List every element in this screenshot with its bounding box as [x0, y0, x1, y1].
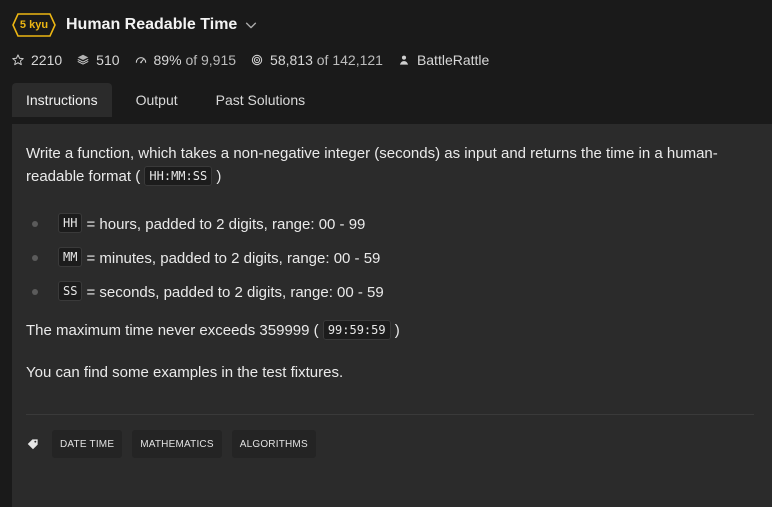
list-item: SS = seconds, padded to 2 digits, range:…: [26, 275, 758, 309]
stars-stat[interactable]: 2210: [11, 52, 62, 68]
list-item: HH = hours, padded to 2 digits, range: 0…: [26, 207, 758, 241]
chevron-down-icon[interactable]: [244, 18, 258, 32]
gauge-icon: [135, 57, 146, 64]
instructions-text-2: The maximum time never exceeds 359999 (: [26, 322, 319, 339]
user-icon: [399, 55, 409, 65]
tag-mathematics[interactable]: MATHEMATICS: [132, 430, 222, 458]
ss-code: SS: [58, 281, 83, 301]
instructions-paragraph-2: The maximum time never exceeds 359999 ( …: [26, 319, 762, 343]
kyu-rank-badge: 5 kyu: [12, 13, 56, 37]
section-divider: [26, 414, 754, 415]
attempted-total: of 142,121: [316, 52, 383, 68]
hh-code: HH: [58, 213, 83, 233]
instructions-text-1-end: ): [216, 168, 222, 185]
format-code: HH:MM:SS: [144, 166, 213, 186]
hh-description: = hours, padded to 2 digits, range: 00 -…: [86, 215, 366, 233]
bullet-icon: [32, 221, 38, 227]
stars-count: 2210: [31, 52, 63, 68]
tab-past-solutions[interactable]: Past Solutions: [202, 83, 320, 117]
kata-stats: 2210 510 89% of 9,915 58,813 of 142,121: [11, 50, 489, 70]
tab-output-label: Output: [135, 92, 178, 108]
collections-stat[interactable]: 510: [76, 52, 120, 68]
instructions-text-2-end: ): [394, 322, 400, 339]
instructions-paragraph-3: You can find some examples in the test f…: [26, 361, 762, 384]
collections-count: 510: [96, 52, 120, 68]
instructions-text-3: You can find some examples in the test f…: [26, 364, 344, 381]
kata-header: 5 kyu Human Readable Time: [12, 12, 258, 38]
list-item: MM = minutes, padded to 2 digits, range:…: [26, 241, 758, 275]
author-name[interactable]: BattleRattle: [417, 52, 489, 68]
completed-count: 58,813: [270, 52, 313, 68]
author-stat[interactable]: BattleRattle: [397, 52, 489, 68]
layers-icon: [77, 54, 89, 65]
star-icon: [12, 54, 24, 66]
kyu-label: 5 kyu: [19, 19, 49, 31]
max-time-code: 99:59:59: [322, 320, 391, 340]
tab-past-solutions-label: Past Solutions: [215, 92, 306, 108]
tab-instructions[interactable]: Instructions: [12, 83, 112, 117]
tag-icon: [27, 439, 38, 450]
tab-output[interactable]: Output: [122, 83, 192, 117]
tab-instructions-label: Instructions: [26, 92, 98, 108]
tags-row: DATE TIME MATHEMATICS ALGORITHMS: [26, 430, 316, 458]
tag-date-time[interactable]: DATE TIME: [52, 430, 123, 458]
tabs: Instructions Output Past Solutions: [12, 83, 319, 117]
kata-title-text[interactable]: Human Readable Time: [66, 16, 237, 34]
kata-title[interactable]: Human Readable Time: [66, 16, 258, 34]
completions-stat[interactable]: 58,813 of 142,121: [250, 52, 383, 68]
format-definitions-list: HH = hours, padded to 2 digits, range: 0…: [26, 207, 758, 309]
mm-code: MM: [58, 247, 83, 267]
instructions-paragraph-1: Write a function, which takes a non-nega…: [26, 142, 762, 189]
mm-description: = minutes, padded to 2 digits, range: 00…: [86, 249, 381, 267]
instructions-panel: Write a function, which takes a non-nega…: [12, 124, 772, 507]
instructions-text-1: Write a function, which takes a non-nega…: [26, 145, 718, 185]
satisfaction-stat[interactable]: 89% of 9,915: [134, 52, 237, 68]
satisfaction-percent: 89%: [153, 52, 182, 68]
tag-algorithms[interactable]: ALGORITHMS: [231, 430, 316, 458]
bullet-icon: [32, 289, 38, 295]
target-icon: [251, 54, 263, 66]
ss-description: = seconds, padded to 2 digits, range: 00…: [86, 283, 384, 301]
satisfaction-total: of 9,915: [185, 52, 237, 68]
bullet-icon: [32, 255, 38, 261]
